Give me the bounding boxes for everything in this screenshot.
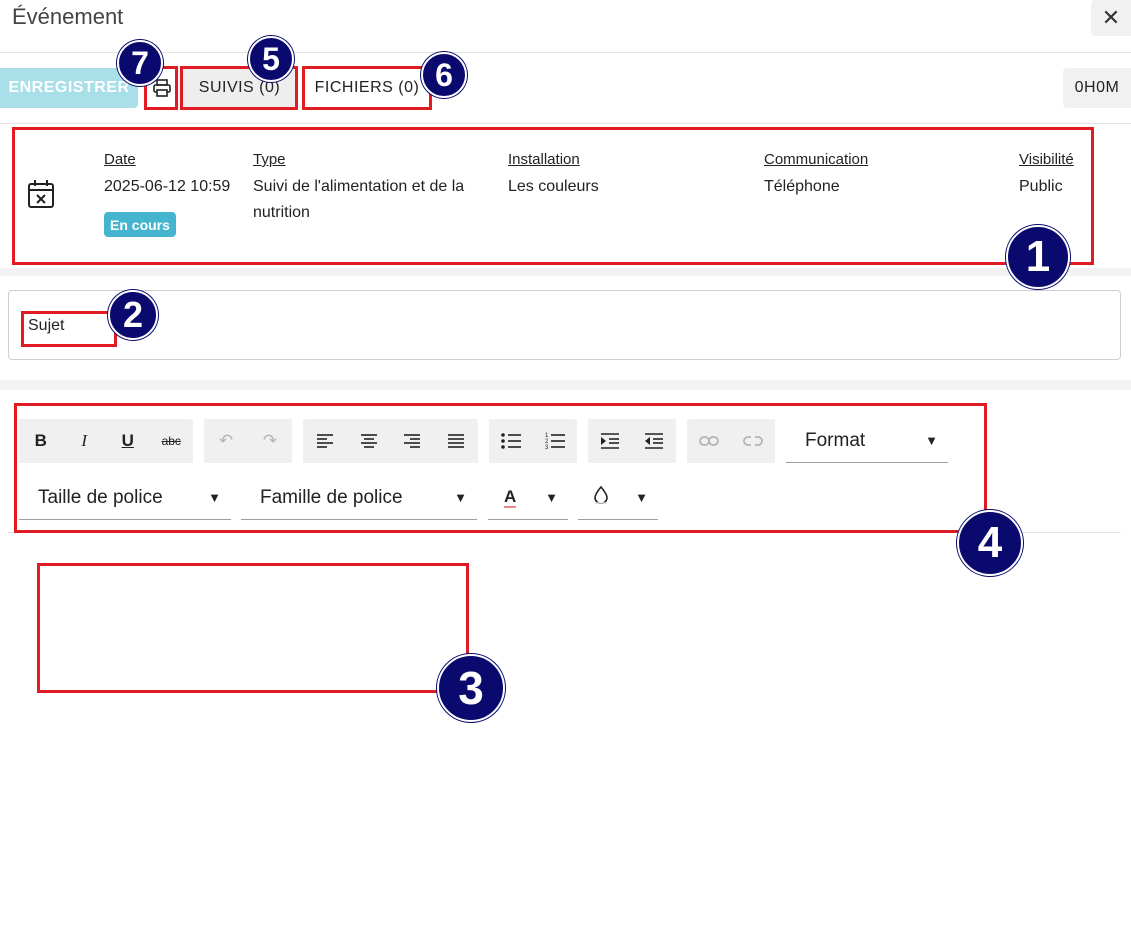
- dialog-title: Événement: [12, 4, 124, 29]
- annotation-marker-6: 6: [421, 52, 467, 98]
- annotation-marker-1: 1: [1006, 225, 1070, 289]
- annotation-box-6: [302, 66, 432, 110]
- time-counter[interactable]: 0H0M: [1063, 68, 1131, 108]
- annotation-marker-3: 3: [437, 654, 505, 722]
- annotation-marker-7: 7: [117, 40, 163, 86]
- annotation-box-2: [21, 311, 117, 347]
- save-button[interactable]: ENREGISTRER: [0, 68, 138, 108]
- annotation-marker-2: 2: [108, 290, 158, 340]
- section-divider: [0, 268, 1131, 276]
- close-button[interactable]: ✕: [1091, 0, 1131, 36]
- toolbar-divider: [0, 123, 1131, 124]
- annotation-marker-5: 5: [248, 36, 294, 82]
- title-divider: [0, 52, 1131, 53]
- annotation-box-1: [12, 127, 1094, 265]
- section-divider: [0, 380, 1131, 390]
- annotation-box-3: [37, 563, 469, 693]
- annotation-marker-4: 4: [957, 510, 1023, 576]
- close-icon: ✕: [1101, 5, 1121, 30]
- annotation-box-4: [14, 403, 987, 533]
- subject-input[interactable]: [8, 290, 1121, 360]
